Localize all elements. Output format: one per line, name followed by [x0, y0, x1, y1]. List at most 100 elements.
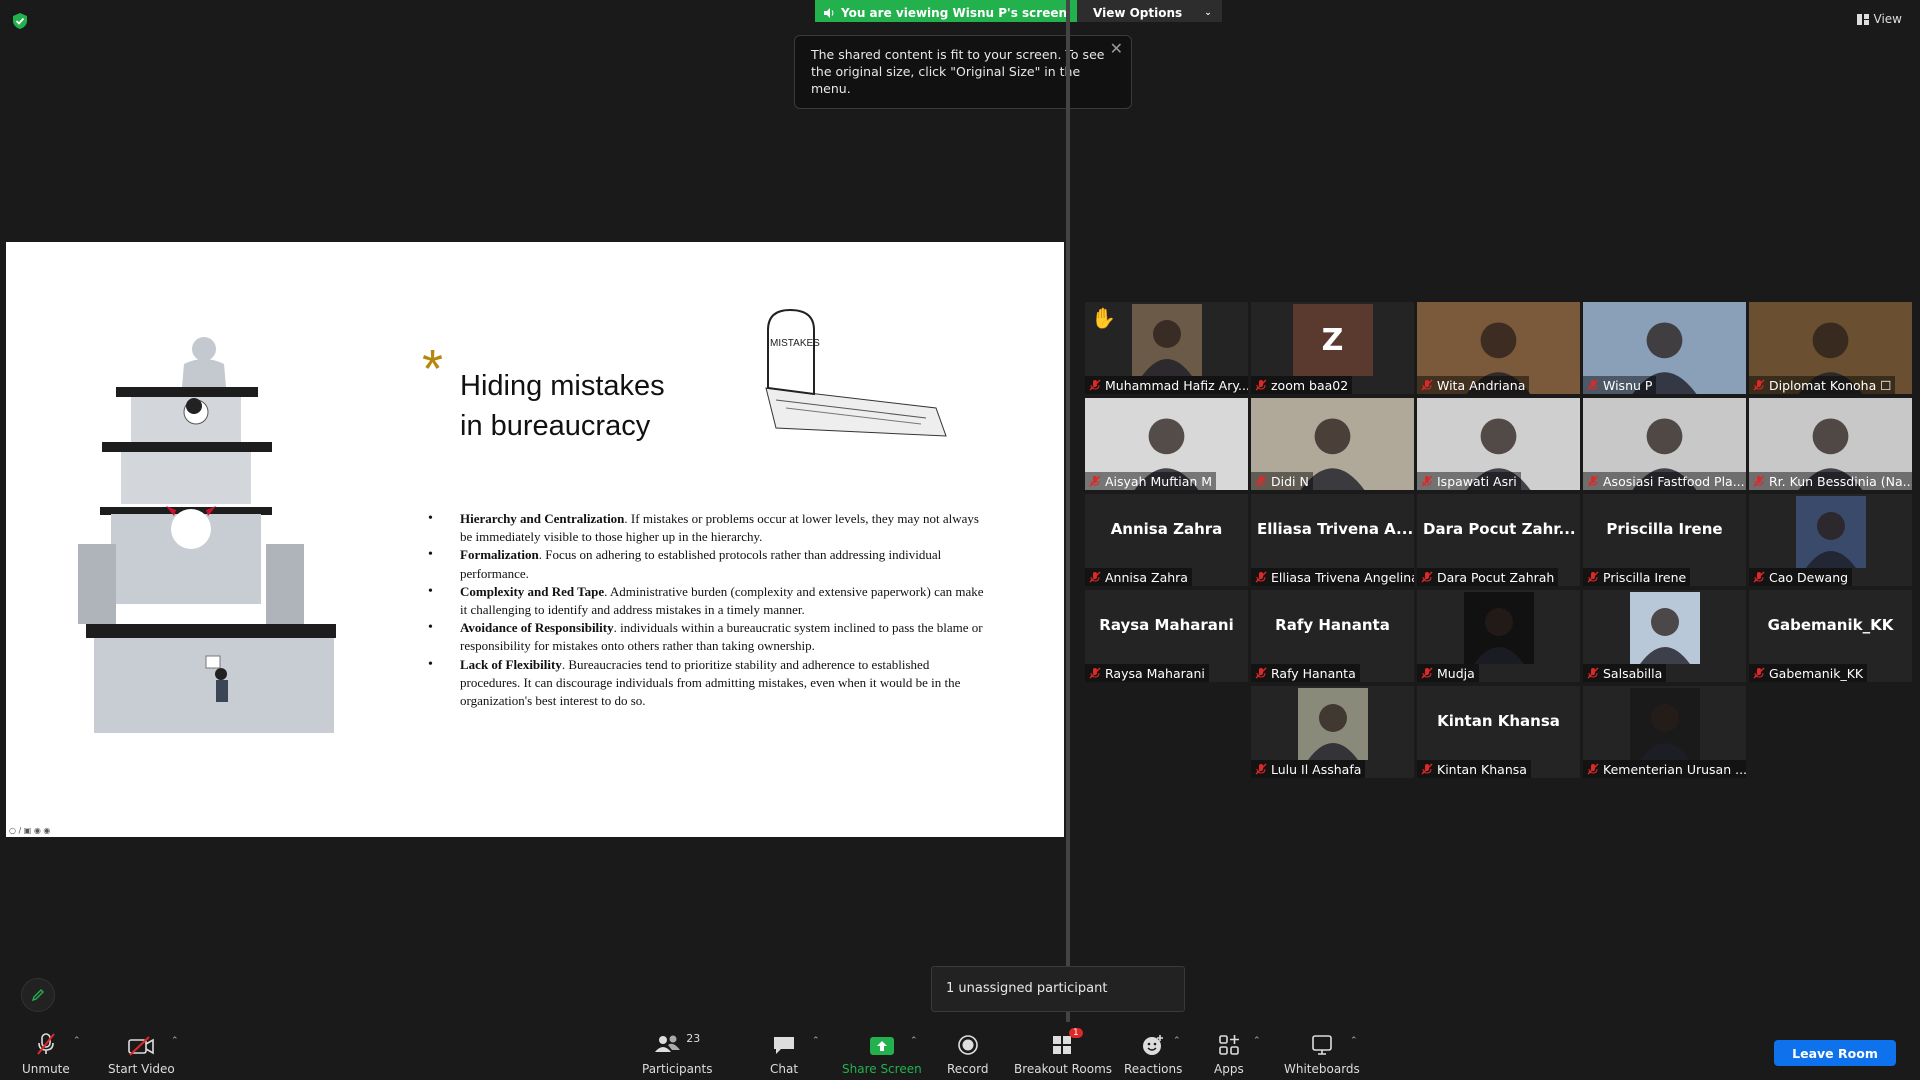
participant-tile[interactable]: Gabemanik_KK Gabemanik_KK: [1749, 590, 1912, 682]
participant-name: Cao Dewang: [1769, 569, 1849, 585]
participant-tile[interactable]: Salsabilla: [1583, 590, 1746, 682]
participant-display-name: Annisa Zahra: [1110, 520, 1223, 538]
muted-mic-icon: [1587, 475, 1599, 487]
participant-tile[interactable]: Lulu Il Asshafa: [1251, 686, 1414, 778]
reactions-label: Reactions: [1124, 1062, 1183, 1076]
video-options-caret-icon[interactable]: ⌃: [171, 1036, 179, 1046]
participant-name: Gabemanik_KK: [1769, 665, 1864, 681]
whiteboards-label: Whiteboards: [1284, 1062, 1360, 1076]
slide-title-line1: Hiding mistakes: [460, 370, 665, 402]
participant-tile[interactable]: Wisnu P: [1583, 302, 1746, 394]
bullet-item: Lack of Flexibility. Bureaucracies tend …: [428, 656, 990, 711]
view-options-button[interactable]: View Options ⌄: [1077, 0, 1222, 22]
participant-video: [1463, 592, 1534, 664]
participant-name-label: Dara Pocut Zahrah: [1417, 568, 1559, 586]
start-video-button[interactable]: Start Video: [108, 1030, 175, 1076]
participant-name: Wisnu P: [1603, 377, 1653, 393]
participant-tile[interactable]: Diplomat Konoha ☐: [1749, 302, 1912, 394]
slide-title: Hiding mistakes in bureaucracy: [460, 366, 665, 446]
participant-display-name: Gabemanik_KK: [1767, 616, 1894, 634]
start-video-label: Start Video: [108, 1062, 175, 1076]
muted-mic-icon: [1421, 763, 1433, 775]
participant-tile[interactable]: Kementerian Urusan ...: [1583, 686, 1746, 778]
breakout-rooms-button[interactable]: 1 Breakout Rooms: [1014, 1028, 1112, 1076]
participant-name: Dara Pocut Zahrah: [1437, 569, 1555, 585]
security-shield-icon[interactable]: [11, 12, 29, 30]
chat-options-caret-icon[interactable]: ⌃: [812, 1036, 820, 1046]
participant-display-name: Raysa Maharani: [1099, 616, 1234, 634]
participant-name: Rafy Hananta: [1271, 665, 1356, 681]
participant-tile[interactable]: Wita Andriana: [1417, 302, 1580, 394]
participant-tile[interactable]: Kintan Khansa Kintan Khansa: [1417, 686, 1580, 778]
muted-mic-icon: [1255, 475, 1267, 487]
participant-tile[interactable]: Rafy Hananta Rafy Hananta: [1251, 590, 1414, 682]
close-icon[interactable]: ✕: [1110, 40, 1123, 57]
participant-name-label: Rafy Hananta: [1251, 664, 1360, 682]
view-options-label: View Options: [1093, 5, 1183, 20]
participant-tile[interactable]: Mudja: [1417, 590, 1580, 682]
participant-tile[interactable]: Aisyah Muftian M: [1085, 398, 1248, 490]
reactions-smiley-icon: [1143, 1035, 1164, 1055]
annotate-pencil-button[interactable]: [21, 978, 55, 1012]
participant-tile[interactable]: Asosiasi Fastfood Pla...: [1583, 398, 1746, 490]
unassigned-participant-popup[interactable]: 1 unassigned participant: [931, 966, 1185, 1012]
participant-tile[interactable]: Raysa Maharani Raysa Maharani: [1085, 590, 1248, 682]
bullet-heading: Avoidance of Responsibility: [460, 620, 614, 636]
leave-room-label: Leave Room: [1792, 1045, 1878, 1061]
participant-tile[interactable]: Ispawati Asri: [1417, 398, 1580, 490]
share-options-caret-icon[interactable]: ⌃: [910, 1036, 918, 1046]
participant-name-label: Elliasa Trivena Angelina: [1251, 568, 1414, 586]
participant-name-label: Aisyah Muftian M: [1085, 472, 1217, 490]
bullet-heading: Lack of Flexibility: [460, 656, 562, 672]
participant-name-label: Kintan Khansa: [1417, 760, 1531, 778]
participants-button[interactable]: 23 Participants: [642, 1030, 713, 1077]
participant-name-label: zoom baa02: [1251, 376, 1353, 394]
muted-mic-icon: [1421, 379, 1433, 391]
participant-video: [1629, 592, 1700, 664]
bullet-heading: Hierarchy and Centralization: [460, 511, 625, 526]
participant-tile[interactable]: Dara Pocut Zahr... Dara Pocut Zahrah: [1417, 494, 1580, 586]
slide-controls-icon[interactable]: ○ ∕ ▣ ◉ ◉: [9, 826, 50, 835]
participant-name: Elliasa Trivena Angelina: [1271, 569, 1414, 585]
participant-tile[interactable]: Zzoom baa02: [1251, 302, 1414, 394]
whiteboards-options-caret-icon[interactable]: ⌃: [1350, 1036, 1358, 1046]
participant-name: Muhammad Hafiz Ary...: [1105, 377, 1248, 393]
participant-name: Aisyah Muftian M: [1105, 473, 1213, 489]
whiteboards-button[interactable]: Whiteboards: [1284, 1030, 1360, 1076]
chat-button[interactable]: Chat: [770, 1030, 798, 1076]
screen-share-banner: You are viewing Wisnu P's screen View Op…: [815, 0, 1222, 22]
apps-options-caret-icon[interactable]: ⌃: [1253, 1036, 1261, 1046]
participant-tile[interactable]: Didi N: [1251, 398, 1414, 490]
participant-name: Raysa Maharani: [1105, 665, 1205, 681]
participant-tile[interactable]: Elliasa Trivena A... Elliasa Trivena Ange…: [1251, 494, 1414, 586]
participant-tile[interactable]: Annisa Zahra Annisa Zahra: [1085, 494, 1248, 586]
breakout-badge: 1: [1069, 1028, 1083, 1038]
apps-label: Apps: [1214, 1062, 1244, 1076]
view-label: View: [1873, 12, 1902, 26]
participant-name-label: Raysa Maharani: [1085, 664, 1209, 682]
participant-name: Ispawati Asri: [1437, 473, 1517, 489]
record-button[interactable]: Record: [947, 1030, 988, 1076]
muted-mic-icon: [1089, 379, 1101, 391]
leave-room-button[interactable]: Leave Room: [1774, 1040, 1896, 1066]
participant-name: Diplomat Konoha ☐: [1769, 377, 1892, 393]
apps-button[interactable]: Apps: [1214, 1030, 1244, 1076]
meeting-toolbar: Unmute ⌃ Start Video ⌃ 23 Participants C…: [0, 1022, 1920, 1080]
bullet-heading: Complexity and Red Tape: [460, 583, 605, 599]
unmute-button[interactable]: Unmute: [22, 1030, 70, 1076]
panel-divider[interactable]: [1066, 0, 1070, 1022]
participant-name-label: Lulu Il Asshafa: [1251, 760, 1366, 778]
participant-tile[interactable]: Cao Dewang: [1749, 494, 1912, 586]
reactions-options-caret-icon[interactable]: ⌃: [1173, 1036, 1181, 1046]
participant-tile[interactable]: Rr. Kun Bessdinia (Na...: [1749, 398, 1912, 490]
participant-tile[interactable]: ✋ Muhammad Hafiz Ary...: [1085, 302, 1248, 394]
audio-options-caret-icon[interactable]: ⌃: [73, 1036, 81, 1046]
view-button[interactable]: View: [1856, 12, 1902, 26]
bullet-heading: Formalization: [460, 547, 539, 563]
chevron-down-icon: ⌄: [1204, 7, 1212, 18]
participant-name-label: Wita Andriana: [1417, 376, 1530, 394]
participant-name: Priscilla Irene: [1603, 569, 1687, 585]
participant-tile[interactable]: Priscilla Irene Priscilla Irene: [1583, 494, 1746, 586]
participant-name: Kementerian Urusan ...: [1603, 761, 1746, 777]
whiteboard-icon: [1312, 1035, 1332, 1055]
